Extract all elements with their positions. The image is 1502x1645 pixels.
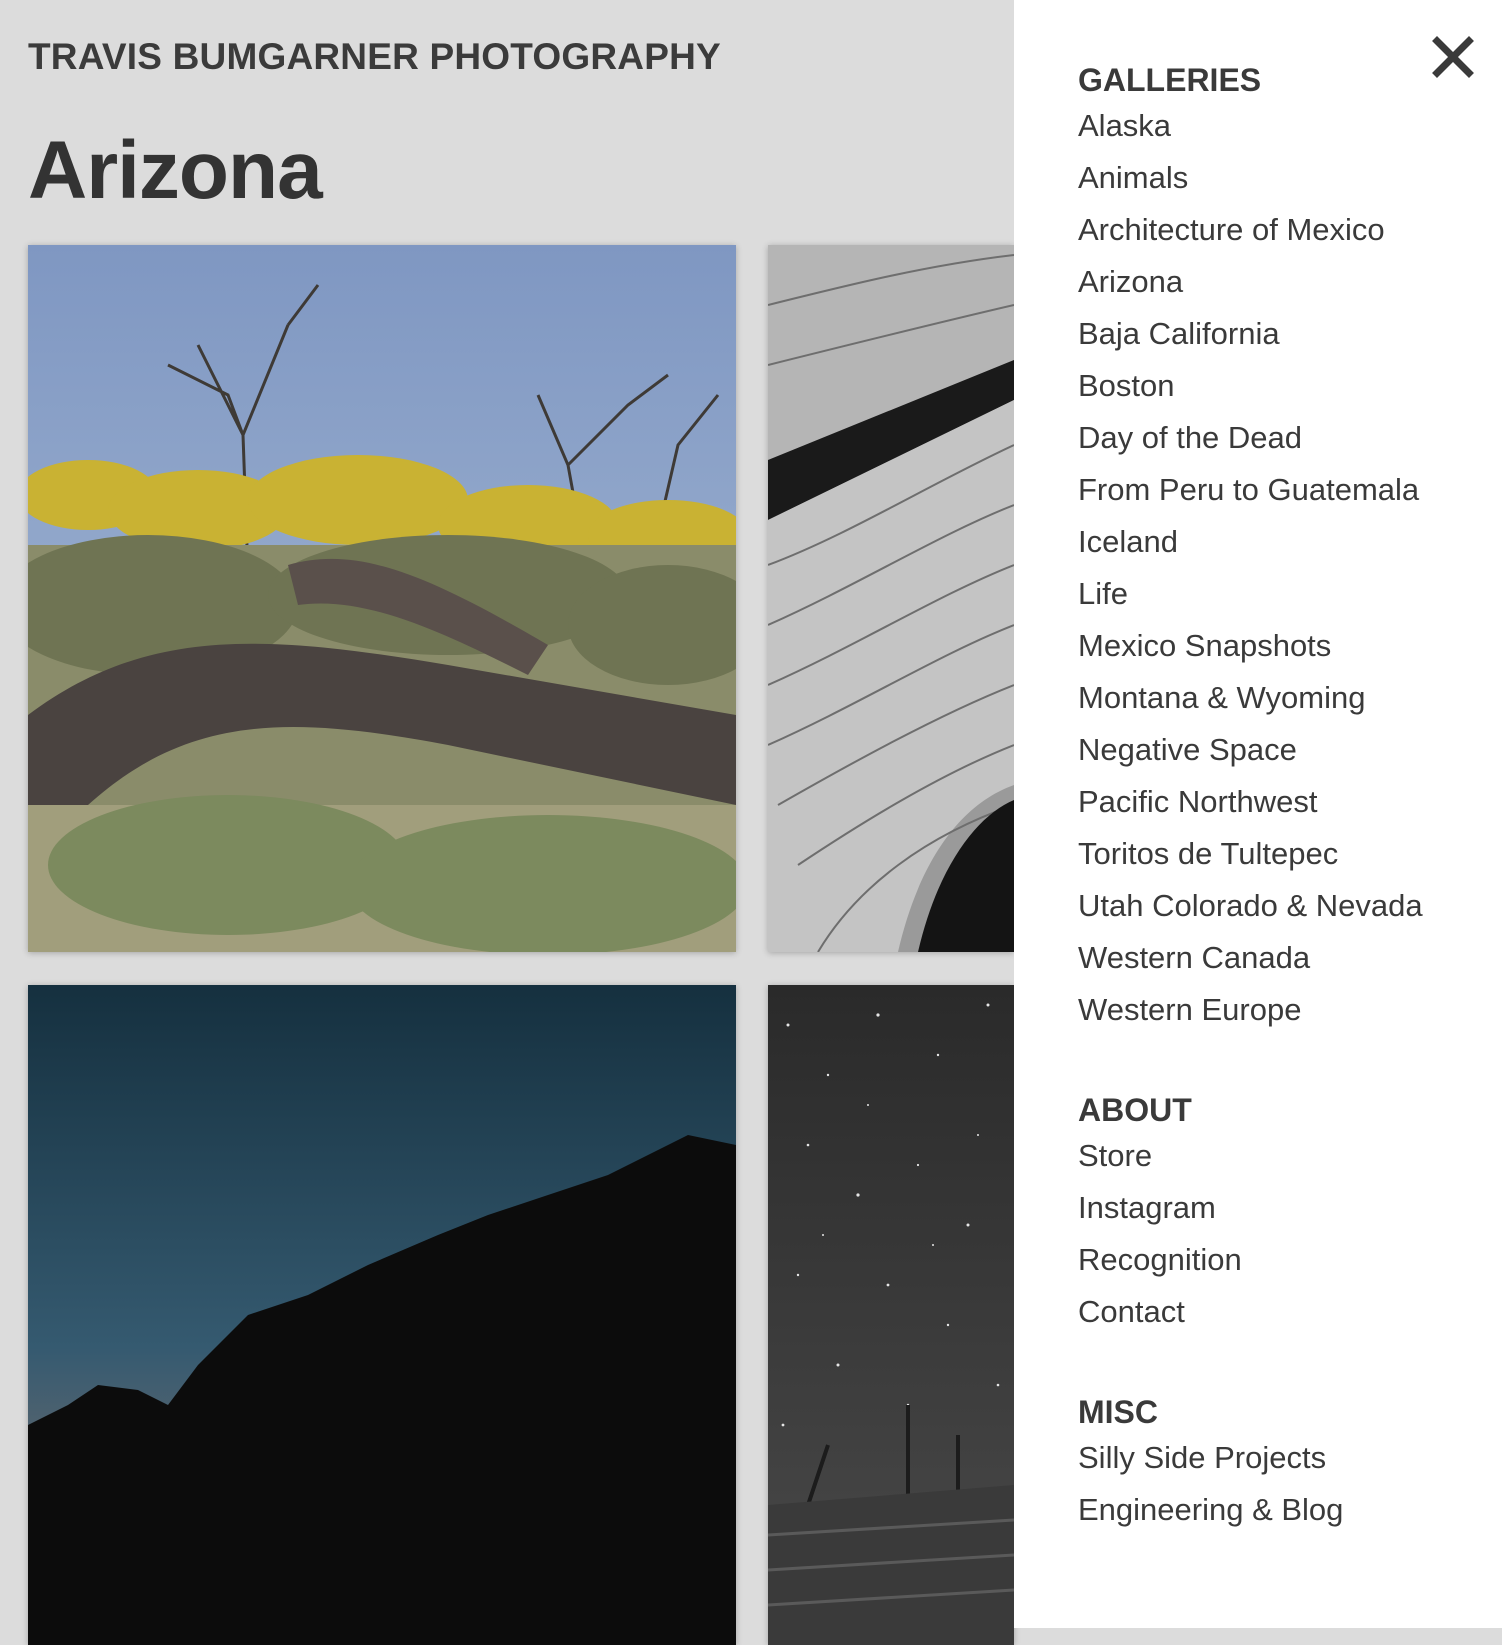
menu-item-architecture-of-mexico[interactable]: Architecture of Mexico [1078,204,1423,256]
misc-list: Silly Side Projects Engineering & Blog [1078,1432,1423,1536]
menu-item-utah-colorado-nevada[interactable]: Utah Colorado & Nevada [1078,880,1423,932]
menu-item-boston[interactable]: Boston [1078,360,1423,412]
menu-item-alaska[interactable]: Alaska [1078,100,1423,152]
gallery-photo-night-sky[interactable] [768,985,1014,1645]
menu-item-baja-california[interactable]: Baja California [1078,308,1423,360]
page-title: Arizona [28,125,323,216]
navigation-menu: GALLERIES Alaska Animals Architecture of… [1078,58,1423,1588]
menu-item-western-europe[interactable]: Western Europe [1078,984,1423,1036]
menu-item-iceland[interactable]: Iceland [1078,516,1423,568]
gallery-photo-dusk-silhouette[interactable] [28,985,736,1645]
galleries-list: Alaska Animals Architecture of Mexico Ar… [1078,100,1423,1036]
menu-heading-about: ABOUT [1078,1092,1192,1128]
menu-item-arizona[interactable]: Arizona [1078,256,1423,308]
menu-item-instagram[interactable]: Instagram [1078,1182,1423,1234]
menu-item-pacific-northwest[interactable]: Pacific Northwest [1078,776,1423,828]
night-sky-image [768,985,1014,1645]
menu-item-toritos-de-tultepec[interactable]: Toritos de Tultepec [1078,828,1423,880]
gallery-photo-wood-grain[interactable] [768,245,1014,952]
close-icon [1432,36,1474,78]
about-list: Store Instagram Recognition Contact [1078,1130,1423,1338]
menu-section-about: ABOUT Store Instagram Recognition Contac… [1078,1088,1423,1338]
menu-item-western-canada[interactable]: Western Canada [1078,932,1423,984]
menu-item-from-peru-to-guatemala[interactable]: From Peru to Guatemala [1078,464,1423,516]
dusk-silhouette-image [28,985,736,1645]
menu-item-mexico-snapshots[interactable]: Mexico Snapshots [1078,620,1423,672]
menu-heading-galleries: GALLERIES [1078,62,1262,98]
menu-section-galleries: GALLERIES Alaska Animals Architecture of… [1078,58,1423,1036]
menu-item-store[interactable]: Store [1078,1130,1423,1182]
gallery-photo-desert-brush[interactable] [28,245,736,952]
desert-brush-image [28,245,736,952]
menu-item-contact[interactable]: Contact [1078,1286,1423,1338]
wood-grain-image [768,245,1014,952]
menu-item-recognition[interactable]: Recognition [1078,1234,1423,1286]
site-title[interactable]: TRAVIS BUMGARNER PHOTOGRAPHY [28,36,721,78]
menu-item-animals[interactable]: Animals [1078,152,1423,204]
menu-heading-misc: MISC [1078,1394,1158,1430]
menu-item-silly-side-projects[interactable]: Silly Side Projects [1078,1432,1423,1484]
menu-item-negative-space[interactable]: Negative Space [1078,724,1423,776]
menu-item-engineering-blog[interactable]: Engineering & Blog [1078,1484,1423,1536]
menu-item-life[interactable]: Life [1078,568,1423,620]
menu-item-montana-wyoming[interactable]: Montana & Wyoming [1078,672,1423,724]
close-menu-button[interactable] [1428,32,1478,82]
menu-item-day-of-the-dead[interactable]: Day of the Dead [1078,412,1423,464]
menu-section-misc: MISC Silly Side Projects Engineering & B… [1078,1390,1423,1536]
